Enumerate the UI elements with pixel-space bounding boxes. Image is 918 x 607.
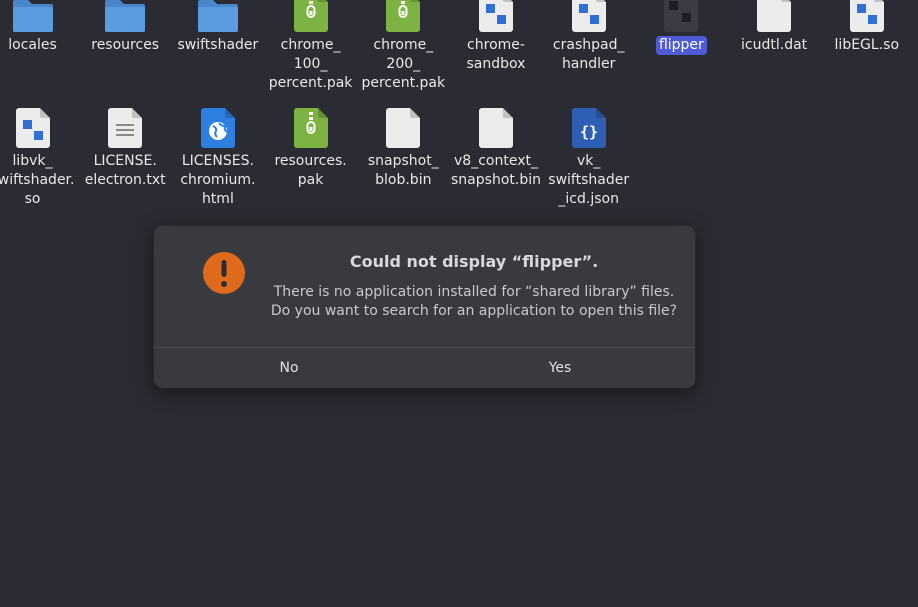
- file-icon: [754, 0, 794, 32]
- dialog-message-line2: Do you want to search for an application…: [270, 303, 678, 319]
- library-icon: [13, 108, 53, 148]
- file-item[interactable]: {} vk_ swiftshader _icd.json: [542, 108, 635, 209]
- file-label: v8_context_ snapshot.bin: [451, 153, 541, 188]
- folder-icon: [197, 0, 238, 32]
- file-label: LICENSES. chromium. html: [180, 153, 256, 207]
- library-icon: [847, 0, 887, 32]
- executable-icon: [476, 0, 516, 32]
- file-label: vk_ swiftshader _icd.json: [548, 153, 630, 207]
- svg-text:{}: {}: [580, 123, 598, 141]
- file-item[interactable]: flipper: [635, 0, 728, 55]
- file-item[interactable]: swiftshader: [171, 0, 264, 55]
- dialog-message: There is no application installed for “s…: [264, 283, 684, 321]
- file-label: libvk_ swiftshader. so: [0, 153, 75, 207]
- file-icon: [383, 108, 423, 148]
- file-item[interactable]: LICENSES. chromium. html: [171, 108, 264, 209]
- file-item[interactable]: libvk_ swiftshader. so: [0, 108, 79, 209]
- file-item[interactable]: chrome_ 200_ percent.pak: [357, 0, 450, 93]
- yes-button[interactable]: Yes: [425, 348, 695, 388]
- file-item[interactable]: snapshot_ blob.bin: [357, 108, 450, 190]
- file-label: icudtl.dat: [741, 37, 808, 53]
- file-label: chrome_ 200_ percent.pak: [361, 37, 446, 91]
- executable-icon: [569, 0, 609, 32]
- file-label: chrome_ 100_ percent.pak: [268, 37, 353, 91]
- file-label: flipper: [655, 36, 707, 55]
- file-label: chrome- sandbox: [466, 37, 526, 72]
- file-item[interactable]: crashpad_ handler: [542, 0, 635, 74]
- file-label: resources. pak: [274, 153, 347, 188]
- folder-icon: [12, 0, 53, 32]
- file-item[interactable]: resources. pak: [264, 108, 357, 190]
- file-icon: [476, 108, 516, 148]
- file-label: resources: [91, 37, 160, 53]
- file-label: libEGL.so: [834, 37, 900, 53]
- file-label: crashpad_ handler: [552, 37, 625, 72]
- file-item[interactable]: icudtl.dat: [728, 0, 821, 55]
- archive-icon: [291, 108, 331, 148]
- text-file-icon: [105, 108, 145, 148]
- dialog-message-line1: There is no application installed for “s…: [273, 284, 675, 300]
- error-dialog: Could not display “flipper”. There is no…: [154, 226, 695, 388]
- file-item[interactable]: locales: [0, 0, 79, 55]
- dialog-title: Could not display “flipper”.: [349, 252, 599, 271]
- archive-icon: [291, 0, 331, 32]
- warning-icon: [203, 252, 245, 294]
- file-label: locales: [8, 37, 57, 53]
- file-label: snapshot_ blob.bin: [367, 153, 439, 188]
- no-button[interactable]: No: [154, 348, 424, 388]
- file-item[interactable]: chrome_ 100_ percent.pak: [264, 0, 357, 93]
- archive-icon: [383, 0, 423, 32]
- folder-icon: [105, 0, 146, 32]
- file-item[interactable]: chrome- sandbox: [450, 0, 543, 74]
- file-item[interactable]: resources: [79, 0, 172, 55]
- web-file-icon: [198, 108, 238, 148]
- json-file-icon: {}: [569, 108, 609, 148]
- app-icon: [661, 0, 701, 32]
- file-item[interactable]: libEGL.so: [820, 0, 913, 55]
- file-label: swiftshader: [177, 37, 259, 53]
- file-label: LICENSE. electron.txt: [84, 153, 166, 188]
- file-item[interactable]: v8_context_ snapshot.bin: [450, 108, 543, 190]
- file-item[interactable]: LICENSE. electron.txt: [79, 108, 172, 190]
